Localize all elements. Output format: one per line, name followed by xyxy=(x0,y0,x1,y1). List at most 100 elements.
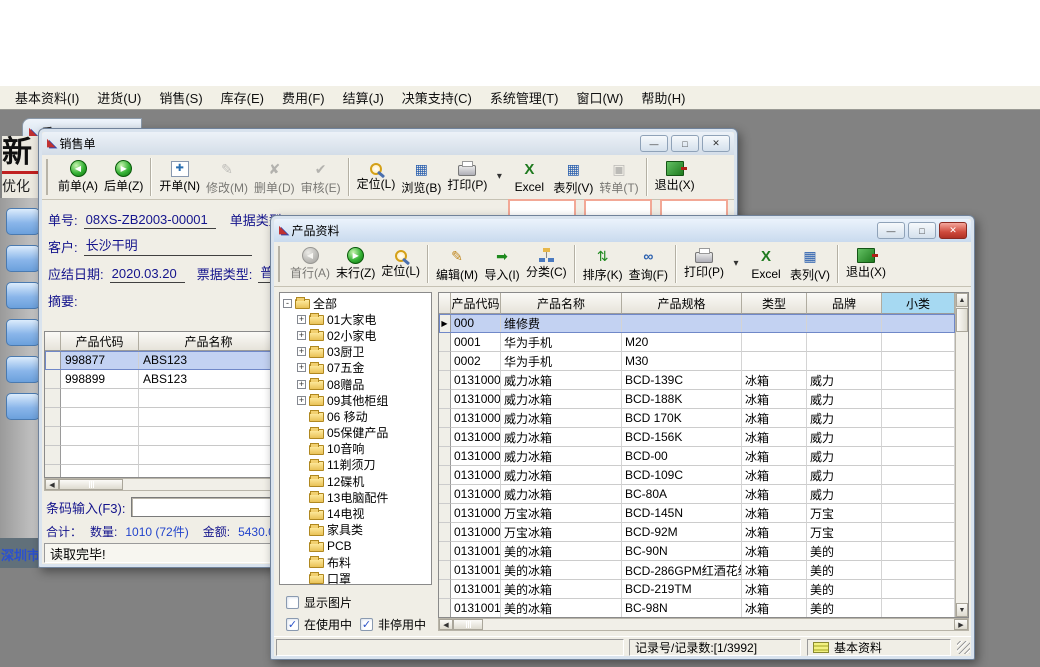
query-button[interactable]: ∞ 查询(F) xyxy=(626,245,671,284)
table-row[interactable]: 01310012 美的冰箱 BCD-219TM 冰箱 美的 xyxy=(439,580,955,599)
tree-item[interactable]: 口罩 xyxy=(297,570,431,585)
table-row[interactable]: 0002 华为手机 M30 xyxy=(439,352,955,371)
print-button[interactable]: 打印(P) xyxy=(444,160,490,194)
table-row[interactable]: ▶ 000 维修费 xyxy=(439,314,955,333)
table-row[interactable]: 01310006 威力冰箱 BCD-109C 冰箱 威力 xyxy=(439,466,955,485)
due-date-field[interactable]: 2020.03.20 xyxy=(110,266,185,283)
scroll-up-icon[interactable]: ▲ xyxy=(956,293,968,307)
prev-order-button[interactable]: ◀ 前单(A) xyxy=(55,159,101,195)
tree-item[interactable]: 13电脑配件 xyxy=(297,489,431,505)
columns-button[interactable]: ▦ 表列(V) xyxy=(787,245,833,284)
tree-item[interactable]: 05保健产品 xyxy=(297,425,431,441)
column-header[interactable]: 品牌 xyxy=(807,293,882,314)
maximize-button[interactable]: □ xyxy=(671,135,699,152)
table-row[interactable]: 01310007 威力冰箱 BC-80A 冰箱 威力 xyxy=(439,485,955,504)
tree-item[interactable]: + 02小家电 xyxy=(297,327,431,343)
tree-item[interactable]: 12碟机 xyxy=(297,473,431,489)
maximize-button[interactable]: □ xyxy=(908,222,936,239)
toolbar-grip[interactable] xyxy=(278,246,282,282)
checkbox-icon[interactable]: ✓ xyxy=(360,618,373,631)
menu-item[interactable]: 帮助(H) xyxy=(632,85,694,110)
audit-button[interactable]: ✔ 审核(E) xyxy=(298,158,344,197)
in-use-filter[interactable]: ✓ 在使用中 xyxy=(286,616,352,633)
tree-item[interactable]: 家具类 xyxy=(297,522,431,538)
menu-item[interactable]: 销售(S) xyxy=(150,85,211,110)
tree-item[interactable]: + 01大家电 xyxy=(297,311,431,327)
table-row[interactable]: 01310001 威力冰箱 BCD-139C 冰箱 威力 xyxy=(439,371,955,390)
tree-item[interactable]: 11剃须刀 xyxy=(297,457,431,473)
menu-item[interactable]: 进货(U) xyxy=(88,85,150,110)
browse-button[interactable]: ▦ 浏览(B) xyxy=(398,158,444,197)
scroll-down-icon[interactable]: ▼ xyxy=(956,603,968,617)
minimize-button[interactable]: — xyxy=(640,135,668,152)
columns-button[interactable]: ▦ 表列(V) xyxy=(550,158,596,197)
tree-expander[interactable]: + xyxy=(297,363,306,372)
menu-item[interactable]: 费用(F) xyxy=(273,85,334,110)
close-button[interactable]: ✕ xyxy=(939,222,967,239)
tree-item[interactable]: + 03厨卫 xyxy=(297,344,431,360)
nav-button[interactable] xyxy=(6,245,40,272)
last-row-button[interactable]: ▶ 末行(Z) xyxy=(333,246,378,282)
tree-expander[interactable]: - xyxy=(283,299,292,308)
nav-button[interactable] xyxy=(6,208,40,235)
tree-item[interactable]: + 07五金 xyxy=(297,360,431,376)
checkbox-icon[interactable]: ✓ xyxy=(286,618,299,631)
menu-item[interactable]: 系统管理(T) xyxy=(481,85,568,110)
product-v-scrollbar[interactable]: ▲ ▼ xyxy=(955,293,968,617)
menu-item[interactable]: 决策支持(C) xyxy=(393,85,481,110)
column-header[interactable]: 小类 xyxy=(882,293,955,314)
not-disabled-filter[interactable]: ✓ 非停用中 xyxy=(360,616,426,633)
table-row[interactable]: 01310013 美的冰箱 BC-98N 冰箱 美的 xyxy=(439,599,955,617)
minimize-button[interactable]: — xyxy=(877,222,905,239)
scroll-left-icon[interactable]: ◀ xyxy=(45,479,59,490)
nav-button[interactable] xyxy=(6,393,40,420)
table-row[interactable]: 01310005 威力冰箱 BCD-00 冰箱 威力 xyxy=(439,447,955,466)
menu-item[interactable]: 窗口(W) xyxy=(567,85,632,110)
menu-item[interactable]: 库存(E) xyxy=(212,85,273,110)
tree-expander[interactable]: + xyxy=(297,396,306,405)
print-button[interactable]: 打印(P) xyxy=(681,247,727,281)
tree-item[interactable]: + 09其他柜组 xyxy=(297,392,431,408)
excel-button[interactable]: X Excel xyxy=(508,159,550,195)
tree-expander[interactable]: + xyxy=(297,380,306,389)
column-header[interactable] xyxy=(45,332,61,351)
nav-button[interactable] xyxy=(6,356,40,383)
exit-button[interactable]: 退出(X) xyxy=(843,247,889,281)
scrollbar-thumb[interactable] xyxy=(956,308,968,332)
new-order-button[interactable]: ✚ 开单(N) xyxy=(156,160,203,195)
column-header[interactable]: 类型 xyxy=(742,293,807,314)
menu-item[interactable]: 基本资料(I) xyxy=(6,85,88,110)
product-window-titlebar[interactable]: ◣ 产品资料 — □ ✕ xyxy=(274,219,971,242)
first-row-button[interactable]: ◀ 首行(A) xyxy=(287,246,333,282)
tree-item[interactable]: 14电视 xyxy=(297,505,431,521)
print-dropdown[interactable]: ▾ xyxy=(727,254,745,274)
tree-item[interactable]: 10音响 xyxy=(297,441,431,457)
tree-item[interactable]: + 08赠品 xyxy=(297,376,431,392)
table-row[interactable]: 0001 华为手机 M20 xyxy=(439,333,955,352)
toolbar-grip[interactable] xyxy=(46,159,50,195)
edit-button[interactable]: ✎ 编辑(M) xyxy=(433,245,481,284)
scroll-left-icon[interactable]: ◀ xyxy=(439,619,453,630)
transfer-button[interactable]: ▣ 转单(T) xyxy=(596,158,641,197)
print-dropdown[interactable]: ▾ xyxy=(490,167,508,187)
show-image-filter[interactable]: 显示图片 xyxy=(286,594,352,611)
tree-expander[interactable]: + xyxy=(297,347,306,356)
sort-button[interactable]: ⇅ 排序(K) xyxy=(580,245,626,284)
sales-window-titlebar[interactable]: ◣ 销售单 — □ ✕ xyxy=(42,132,734,155)
tree-item[interactable]: PCB xyxy=(297,538,431,554)
table-row[interactable]: 01310009 万宝冰箱 BCD-92M 冰箱 万宝 xyxy=(439,523,955,542)
menu-item[interactable]: 结算(J) xyxy=(334,85,393,110)
close-button[interactable]: ✕ xyxy=(702,135,730,152)
tree-expander[interactable]: + xyxy=(297,315,306,324)
scrollbar-thumb[interactable] xyxy=(59,479,123,490)
table-row[interactable]: 01310004 威力冰箱 BCD-156K 冰箱 威力 xyxy=(439,428,955,447)
column-header[interactable]: 产品代码 xyxy=(61,332,139,351)
customer-field[interactable]: 长沙干明 xyxy=(84,235,252,256)
column-header[interactable] xyxy=(439,293,451,314)
table-row[interactable]: 01310010 美的冰箱 BC-90N 冰箱 美的 xyxy=(439,542,955,561)
locate-button[interactable]: 定位(L) xyxy=(378,249,423,280)
scrollbar-thumb[interactable] xyxy=(453,619,483,630)
import-button[interactable]: ➡ 导入(I) xyxy=(481,245,523,284)
resize-grip[interactable] xyxy=(957,641,970,654)
locate-button[interactable]: 定位(L) xyxy=(354,162,399,193)
